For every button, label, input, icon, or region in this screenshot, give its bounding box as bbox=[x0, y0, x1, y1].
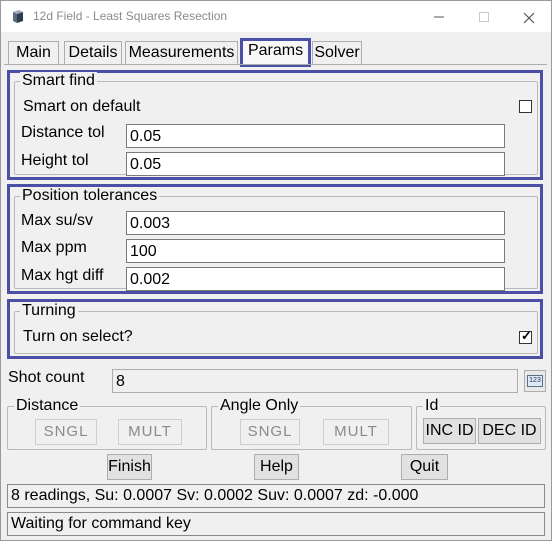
maximize-icon bbox=[479, 12, 489, 23]
tab-params[interactable]: Params bbox=[240, 38, 311, 67]
tab-main[interactable]: Main bbox=[8, 41, 59, 65]
smart-on-default-checkbox[interactable] bbox=[519, 100, 532, 113]
id-legend: Id bbox=[423, 397, 441, 415]
inc-id-button[interactable]: INC ID bbox=[423, 418, 476, 444]
tab-divider bbox=[4, 64, 547, 65]
angle-only-sngl-button[interactable]: SNGL bbox=[240, 419, 300, 445]
checkmark-icon: ✓ bbox=[521, 328, 532, 343]
title-bar[interactable]: 12d Field - Least Squares Resection bbox=[1, 1, 551, 32]
max-hgt-diff-label: Max hgt diff bbox=[21, 267, 104, 284]
max-su-sv-input[interactable]: 0.003 bbox=[126, 211, 505, 235]
tab-measurements[interactable]: Measurements bbox=[125, 41, 238, 65]
distance-tol-label: Distance tol bbox=[21, 124, 105, 141]
smart-find-legend: Smart find bbox=[20, 72, 97, 90]
maximize-button[interactable] bbox=[461, 1, 507, 32]
minimize-icon bbox=[434, 16, 444, 18]
app-window: 12d Field - Least Squares Resection Main… bbox=[0, 0, 552, 541]
finish-button[interactable]: Finish bbox=[107, 454, 152, 480]
status-message: Waiting for command key bbox=[7, 512, 545, 536]
turn-on-select-checkbox[interactable]: ✓ bbox=[519, 328, 532, 344]
height-tol-input[interactable]: 0.05 bbox=[126, 152, 505, 176]
turn-on-select-label: Turn on select? bbox=[23, 328, 133, 345]
max-hgt-diff-input[interactable]: 0.002 bbox=[126, 267, 505, 291]
calculator-button[interactable]: 123 bbox=[524, 370, 546, 392]
angle-only-mult-button[interactable]: MULT bbox=[323, 419, 389, 445]
distance-sngl-button[interactable]: SNGL bbox=[35, 419, 97, 445]
max-ppm-input[interactable]: 100 bbox=[126, 239, 505, 263]
status-readings: 8 readings, Su: 0.0007 Sv: 0.0002 Suv: 0… bbox=[7, 484, 545, 508]
position-tolerances-legend: Position tolerances bbox=[20, 187, 160, 205]
shot-count-label: Shot count bbox=[8, 369, 85, 386]
calculator-icon: 123 bbox=[527, 375, 543, 387]
help-button[interactable]: Help bbox=[254, 454, 299, 480]
max-su-sv-label: Max su/sv bbox=[21, 212, 94, 229]
shot-count-input[interactable]: 8 bbox=[112, 369, 518, 393]
app-icon bbox=[13, 10, 23, 23]
close-button[interactable] bbox=[506, 1, 552, 32]
turning-legend: Turning bbox=[20, 302, 78, 320]
dec-id-button[interactable]: DEC ID bbox=[478, 418, 541, 444]
distance-tol-input[interactable]: 0.05 bbox=[126, 124, 505, 148]
minimize-button[interactable] bbox=[416, 1, 462, 32]
height-tol-label: Height tol bbox=[21, 152, 89, 169]
close-icon bbox=[523, 12, 535, 23]
smart-on-default-label: Smart on default bbox=[23, 98, 141, 115]
tab-details[interactable]: Details bbox=[64, 41, 122, 65]
window-title: 12d Field - Least Squares Resection bbox=[33, 9, 228, 23]
angle-only-legend: Angle Only bbox=[218, 397, 301, 415]
distance-legend: Distance bbox=[14, 397, 81, 415]
quit-button[interactable]: Quit bbox=[401, 454, 448, 480]
tab-solver[interactable]: Solver bbox=[312, 41, 362, 65]
distance-mult-button[interactable]: MULT bbox=[118, 419, 182, 445]
max-ppm-label: Max ppm bbox=[21, 239, 87, 256]
